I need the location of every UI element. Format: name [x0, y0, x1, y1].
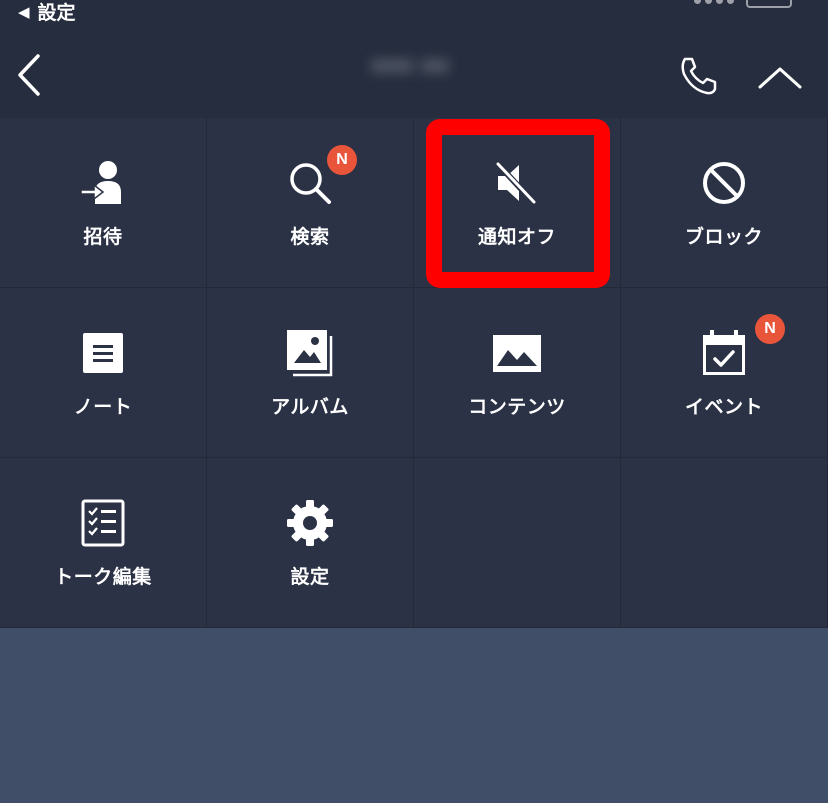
new-badge: N	[327, 145, 357, 175]
chevron-up-icon	[758, 67, 802, 89]
chat-header: ••• ••	[0, 28, 828, 118]
menu-label: コンテンツ	[468, 396, 566, 418]
gear-icon	[285, 498, 335, 548]
block-icon	[699, 158, 749, 208]
image-icon	[492, 328, 542, 378]
menu-item-notifications-off[interactable]: 通知オフ	[414, 118, 621, 288]
menu-label: ノート	[73, 396, 133, 418]
note-icon	[78, 328, 128, 378]
new-badge: N	[755, 314, 785, 344]
checklist-icon	[78, 498, 128, 548]
status-indicators	[694, 0, 792, 8]
album-icon	[285, 328, 335, 378]
menu-item-search[interactable]: N 検索	[207, 118, 414, 288]
back-triangle-icon: ◀	[18, 2, 30, 21]
empty-cell	[414, 458, 621, 628]
menu-item-event[interactable]: N イベント	[621, 288, 828, 458]
battery-icon	[746, 0, 792, 8]
menu-label: アルバム	[271, 396, 349, 418]
menu-label: イベント	[684, 396, 763, 418]
chevron-left-icon	[18, 54, 40, 96]
status-back-link[interactable]: ◀ 設定	[18, 0, 76, 25]
status-back-label: 設定	[37, 2, 76, 24]
empty-cell	[621, 458, 828, 628]
add-friend-icon	[78, 158, 128, 208]
back-button[interactable]	[12, 50, 48, 100]
chat-title: ••• ••	[371, 55, 449, 80]
menu-label: 招待	[83, 226, 123, 248]
menu-item-edit-talk[interactable]: トーク編集	[0, 458, 207, 628]
menu-item-invite[interactable]: 招待	[0, 118, 207, 288]
menu-label: 設定	[290, 566, 330, 588]
menu-label: 通知オフ	[477, 226, 556, 248]
menu-item-settings[interactable]: 設定	[207, 458, 414, 628]
speaker-mute-icon	[492, 158, 542, 208]
menu-label: トーク編集	[54, 566, 152, 588]
menu-label: ブロック	[684, 226, 763, 248]
menu-item-album[interactable]: アルバム	[207, 288, 414, 458]
phone-icon	[681, 57, 717, 95]
status-bar: ◀ 設定	[0, 0, 828, 28]
signal-icon	[694, 0, 734, 4]
call-button[interactable]	[676, 54, 720, 98]
menu-item-contents[interactable]: コンテンツ	[414, 288, 621, 458]
calendar-icon	[699, 328, 749, 378]
menu-item-block[interactable]: ブロック	[621, 118, 828, 288]
chat-menu-grid: 招待 N 検索 通知オフ ブロック ノート アルバム コンテンツ N イベント …	[0, 118, 828, 628]
collapse-menu-button[interactable]	[756, 62, 804, 92]
menu-item-note[interactable]: ノート	[0, 288, 207, 458]
menu-label: 検索	[290, 226, 330, 248]
chat-background	[0, 628, 828, 803]
